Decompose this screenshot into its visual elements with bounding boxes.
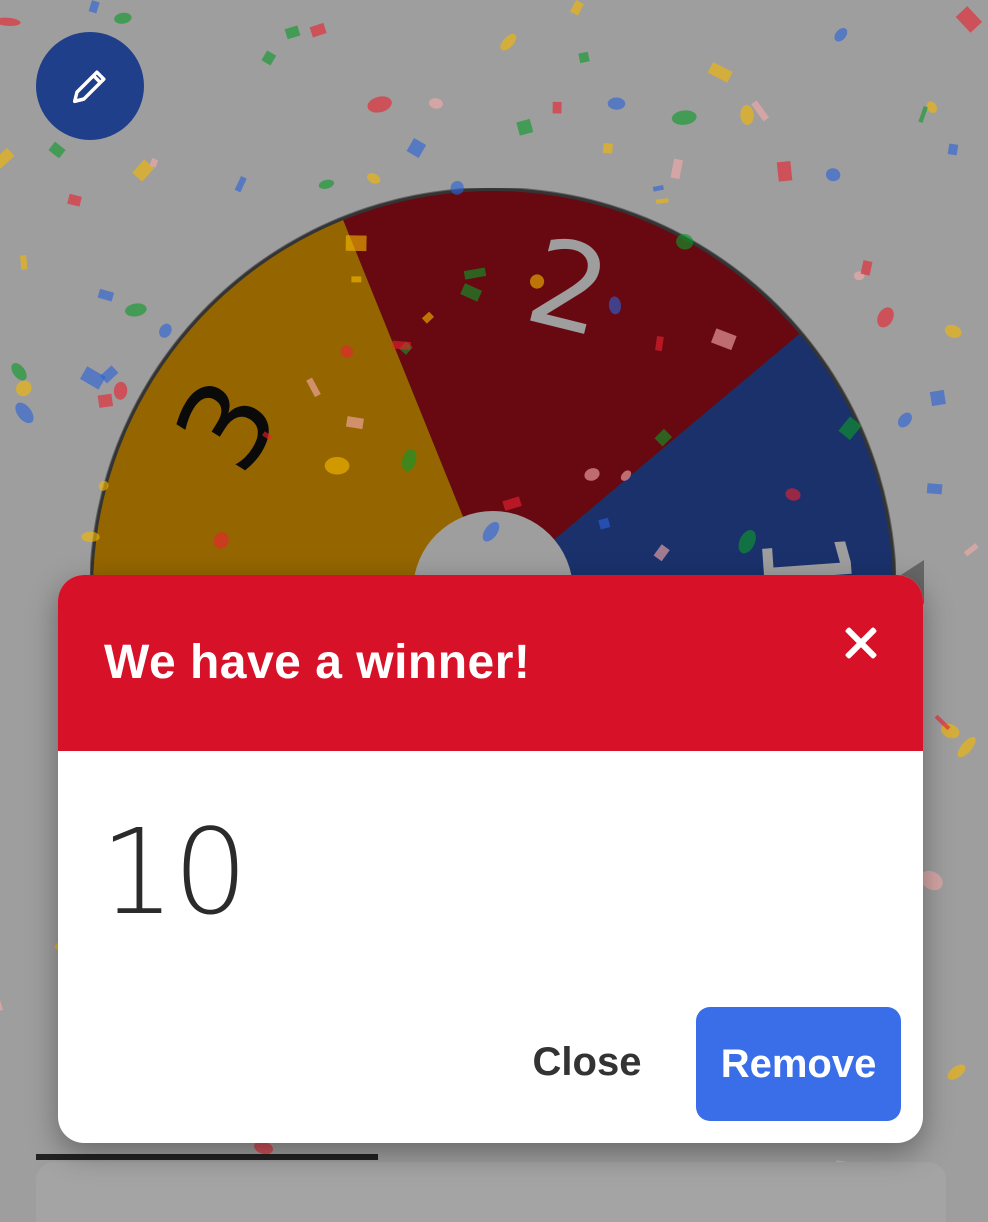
- confetti-piece: [955, 6, 983, 33]
- confetti-piece: [602, 142, 613, 154]
- confetti-piece: [934, 714, 951, 731]
- dialog-header: We have a winner!: [58, 575, 923, 751]
- confetti-piece: [114, 12, 132, 24]
- pencil-icon: [72, 70, 106, 104]
- confetti-piece: [897, 412, 912, 428]
- confetti-piece: [0, 147, 15, 169]
- confetti-piece: [428, 98, 443, 109]
- confetti-piece: [578, 51, 590, 64]
- winner-value: 10: [100, 803, 248, 941]
- entries-panel: [36, 1162, 946, 1222]
- confetti-piece: [261, 50, 277, 66]
- confetti-piece: [776, 161, 793, 182]
- confetti-piece: [309, 22, 327, 38]
- confetti-piece: [406, 137, 427, 159]
- confetti-piece: [957, 736, 976, 758]
- confetti-piece: [947, 1064, 966, 1080]
- confetti-piece: [740, 105, 754, 125]
- confetti-piece: [16, 380, 32, 397]
- confetti-piece: [929, 389, 946, 407]
- confetti-piece: [963, 543, 979, 557]
- confetti-piece: [569, 0, 584, 16]
- confetti-piece: [15, 402, 34, 424]
- confetti-piece: [834, 27, 848, 42]
- confetti-piece: [149, 158, 159, 168]
- confetti-piece: [825, 168, 841, 182]
- confetti-piece: [11, 362, 27, 381]
- close-icon[interactable]: [841, 623, 881, 663]
- confetti-piece: [0, 999, 3, 1016]
- confetti-piece: [940, 723, 960, 739]
- confetti-piece: [918, 105, 928, 123]
- remove-button[interactable]: Remove: [696, 1007, 901, 1121]
- confetti-piece: [751, 100, 769, 122]
- confetti-piece: [516, 118, 534, 136]
- confetti-piece: [284, 25, 301, 40]
- confetti-piece: [500, 33, 517, 51]
- entries-tab-indicator: [36, 1154, 378, 1160]
- confetti-piece: [670, 158, 684, 180]
- dialog-title: We have a winner!: [104, 636, 531, 689]
- confetti-piece: [20, 255, 28, 270]
- confetti-piece: [88, 0, 100, 14]
- confetti-piece: [926, 101, 937, 114]
- confetti-piece: [0, 17, 21, 26]
- app-background: 12345 We have a winner! 10 Close Remove: [0, 0, 988, 1222]
- confetti-piece: [607, 97, 626, 110]
- close-button[interactable]: Close: [512, 1017, 662, 1107]
- confetti-piece: [367, 173, 381, 184]
- confetti-piece: [552, 101, 562, 114]
- confetti-piece: [48, 141, 66, 159]
- confetti-piece: [947, 143, 959, 156]
- winner-dialog: We have a winner! 10 Close Remove: [58, 575, 923, 1143]
- confetti-piece: [671, 110, 697, 125]
- confetti-piece: [707, 62, 733, 83]
- confetti-piece: [926, 483, 943, 495]
- confetti-piece: [367, 96, 392, 113]
- confetti-piece: [132, 159, 155, 182]
- confetti-piece: [67, 193, 82, 207]
- edit-button[interactable]: [36, 32, 144, 140]
- confetti-piece: [944, 324, 962, 338]
